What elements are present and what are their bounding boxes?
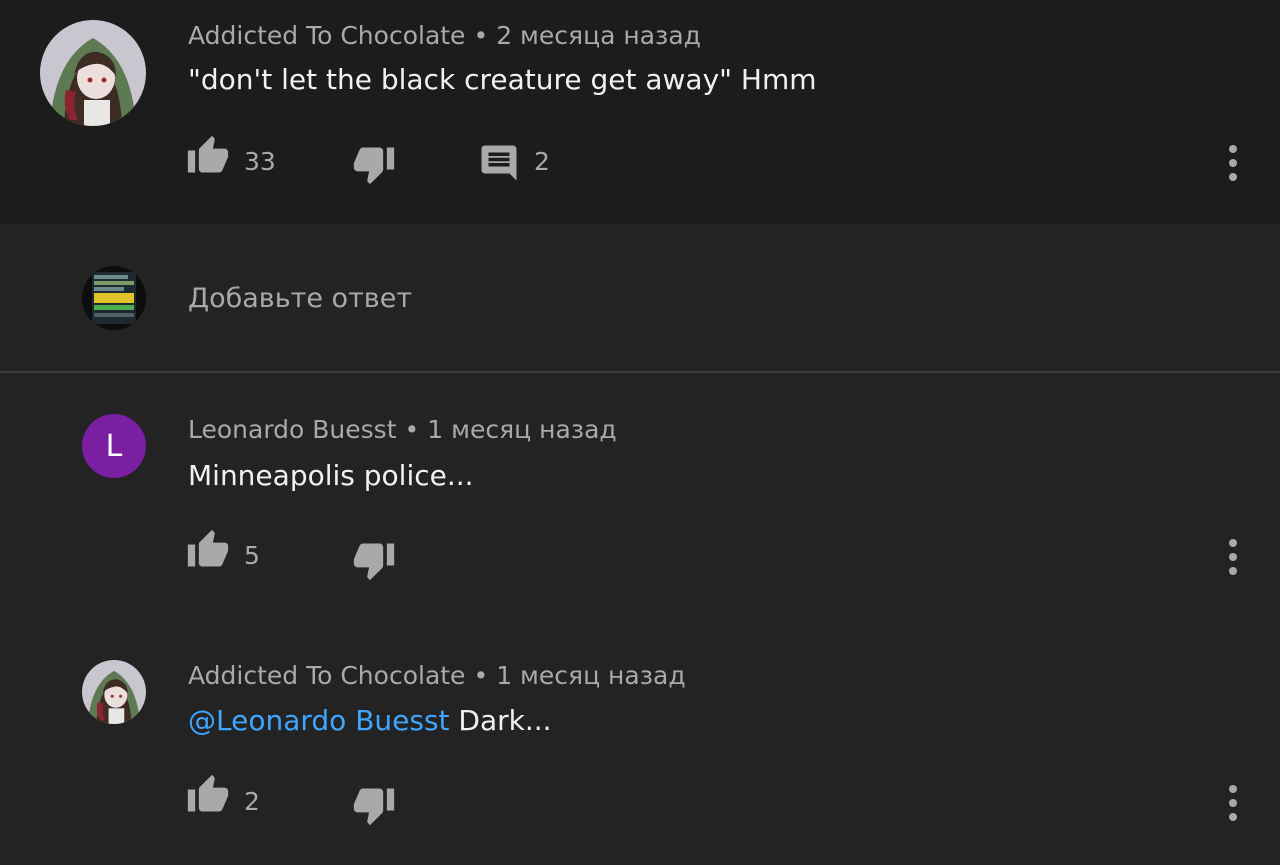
reply-time[interactable]: 1 месяц назад: [496, 661, 685, 690]
current-user-avatar: [82, 266, 146, 330]
author-name[interactable]: Addicted To Chocolate: [188, 21, 465, 50]
avatar[interactable]: [82, 660, 146, 724]
more-vert-icon[interactable]: [1228, 784, 1238, 822]
like-count: 2: [244, 787, 260, 816]
thumb-down-icon[interactable]: [352, 142, 396, 186]
meta-separator: •: [404, 415, 420, 444]
avatar[interactable]: L: [82, 414, 146, 478]
meta-separator: •: [473, 21, 489, 50]
reply-time[interactable]: 1 месяц назад: [427, 415, 616, 444]
reply-text: Minneapolis police...: [188, 459, 474, 492]
comment-thread: Addicted To Chocolate • 2 месяца назад "do…: [0, 0, 1280, 865]
reply-meta: Addicted To Chocolate • 1 месяц назад: [188, 660, 686, 692]
comment-text: "don't let the black creature get away" …: [188, 63, 817, 96]
thumb-down-icon[interactable]: [352, 538, 396, 582]
like-count: 33: [244, 147, 276, 176]
reply-text: @Leonardo Buesst Dark...: [188, 703, 552, 739]
add-reply-section: Добавьте ответ: [0, 224, 1280, 372]
meta-separator: •: [473, 661, 489, 690]
reply-meta: Leonardo Buesst • 1 месяц назад: [188, 414, 617, 446]
author-name[interactable]: Leonardo Buesst: [188, 415, 397, 444]
thumb-down-icon[interactable]: [352, 783, 396, 827]
thumb-up-icon[interactable]: [186, 773, 230, 817]
avatar[interactable]: [40, 20, 146, 126]
like-count: 5: [244, 541, 260, 570]
thumb-up-icon[interactable]: [186, 528, 230, 572]
divider: [0, 371, 1280, 373]
author-name[interactable]: Addicted To Chocolate: [188, 661, 465, 690]
comment-icon[interactable]: [478, 142, 520, 184]
reply-body: Dark...: [449, 704, 552, 737]
thumb-up-icon[interactable]: [186, 134, 230, 178]
more-vert-icon[interactable]: [1228, 538, 1238, 576]
reply-count: 2: [534, 147, 550, 176]
mention-link[interactable]: @Leonardo Buesst: [188, 704, 450, 737]
comment-meta: Addicted To Chocolate • 2 месяца назад: [188, 20, 701, 52]
reply-input[interactable]: Добавьте ответ: [188, 282, 412, 316]
top-comment: Addicted To Chocolate • 2 месяца назад "do…: [0, 0, 1280, 224]
comment-time[interactable]: 2 месяца назад: [496, 21, 701, 50]
more-vert-icon[interactable]: [1228, 144, 1238, 182]
